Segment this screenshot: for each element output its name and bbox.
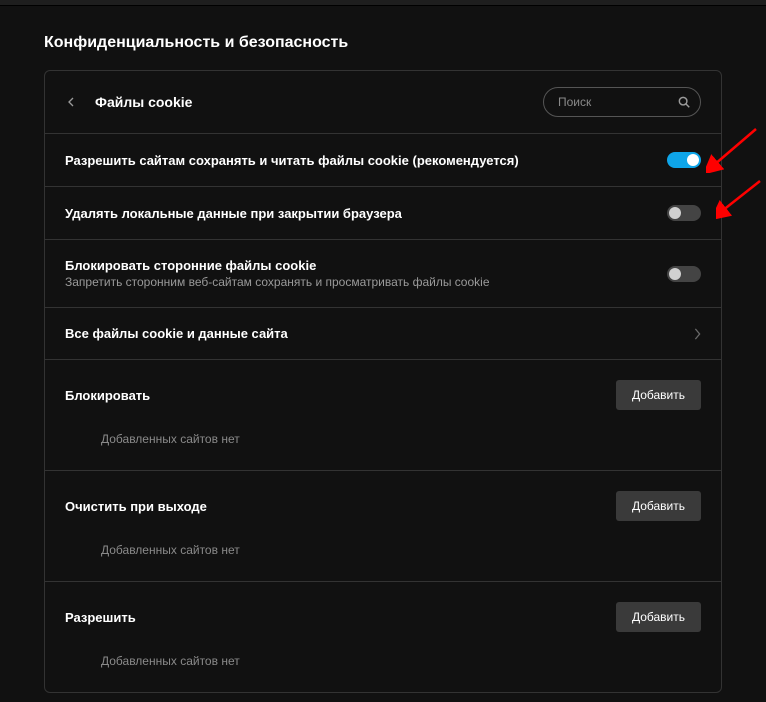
- clear-on-exit-row: Удалять локальные данные при закрытии бр…: [45, 187, 721, 240]
- section-head: Очистить при выходе Добавить: [65, 491, 701, 521]
- clear-section: Очистить при выходе Добавить Добавленных…: [45, 471, 721, 582]
- allow-cookies-row: Разрешить сайтам сохранять и читать файл…: [45, 134, 721, 187]
- block-empty-msg: Добавленных сайтов нет: [65, 432, 701, 456]
- clear-empty-msg: Добавленных сайтов нет: [65, 543, 701, 567]
- block-section: Блокировать Добавить Добавленных сайтов …: [45, 360, 721, 471]
- allow-cookies-toggle[interactable]: [667, 152, 701, 168]
- setting-text: Блокировать сторонние файлы cookie Запре…: [65, 258, 667, 289]
- annotation-arrow-2: [716, 175, 766, 219]
- section-head: Разрешить Добавить: [65, 602, 701, 632]
- chevron-right-icon: [694, 328, 701, 340]
- block-add-button[interactable]: Добавить: [616, 380, 701, 410]
- block-third-party-label: Блокировать сторонние файлы cookie: [65, 258, 667, 273]
- allow-empty-msg: Добавленных сайтов нет: [65, 654, 701, 678]
- section-head: Блокировать Добавить: [65, 380, 701, 410]
- panel-title: Файлы cookie: [95, 94, 543, 110]
- block-third-party-row: Блокировать сторонние файлы cookie Запре…: [45, 240, 721, 308]
- clear-on-exit-label: Удалять локальные данные при закрытии бр…: [65, 206, 667, 221]
- block-third-party-toggle[interactable]: [667, 266, 701, 282]
- allow-add-button[interactable]: Добавить: [616, 602, 701, 632]
- block-section-title: Блокировать: [65, 388, 616, 403]
- settings-panel: Файлы cookie Разрешить сайтам сохранять …: [44, 70, 722, 693]
- search-field-wrap: [543, 87, 701, 117]
- back-arrow-icon[interactable]: [61, 92, 81, 112]
- all-cookies-link[interactable]: Все файлы cookie и данные сайта: [45, 308, 721, 360]
- all-cookies-label: Все файлы cookie и данные сайта: [65, 326, 694, 341]
- allow-section: Разрешить Добавить Добавленных сайтов не…: [45, 582, 721, 692]
- clear-on-exit-toggle[interactable]: [667, 205, 701, 221]
- page-title: Конфиденциальность и безопасность: [0, 6, 766, 70]
- allow-section-title: Разрешить: [65, 610, 616, 625]
- search-icon: [677, 95, 691, 109]
- block-third-party-desc: Запретить сторонним веб-сайтам сохранять…: [65, 275, 667, 289]
- panel-header: Файлы cookie: [45, 71, 721, 134]
- allow-cookies-label: Разрешить сайтам сохранять и читать файл…: [65, 153, 667, 168]
- clear-add-button[interactable]: Добавить: [616, 491, 701, 521]
- setting-text: Разрешить сайтам сохранять и читать файл…: [65, 153, 667, 168]
- setting-text: Удалять локальные данные при закрытии бр…: [65, 206, 667, 221]
- clear-section-title: Очистить при выходе: [65, 499, 616, 514]
